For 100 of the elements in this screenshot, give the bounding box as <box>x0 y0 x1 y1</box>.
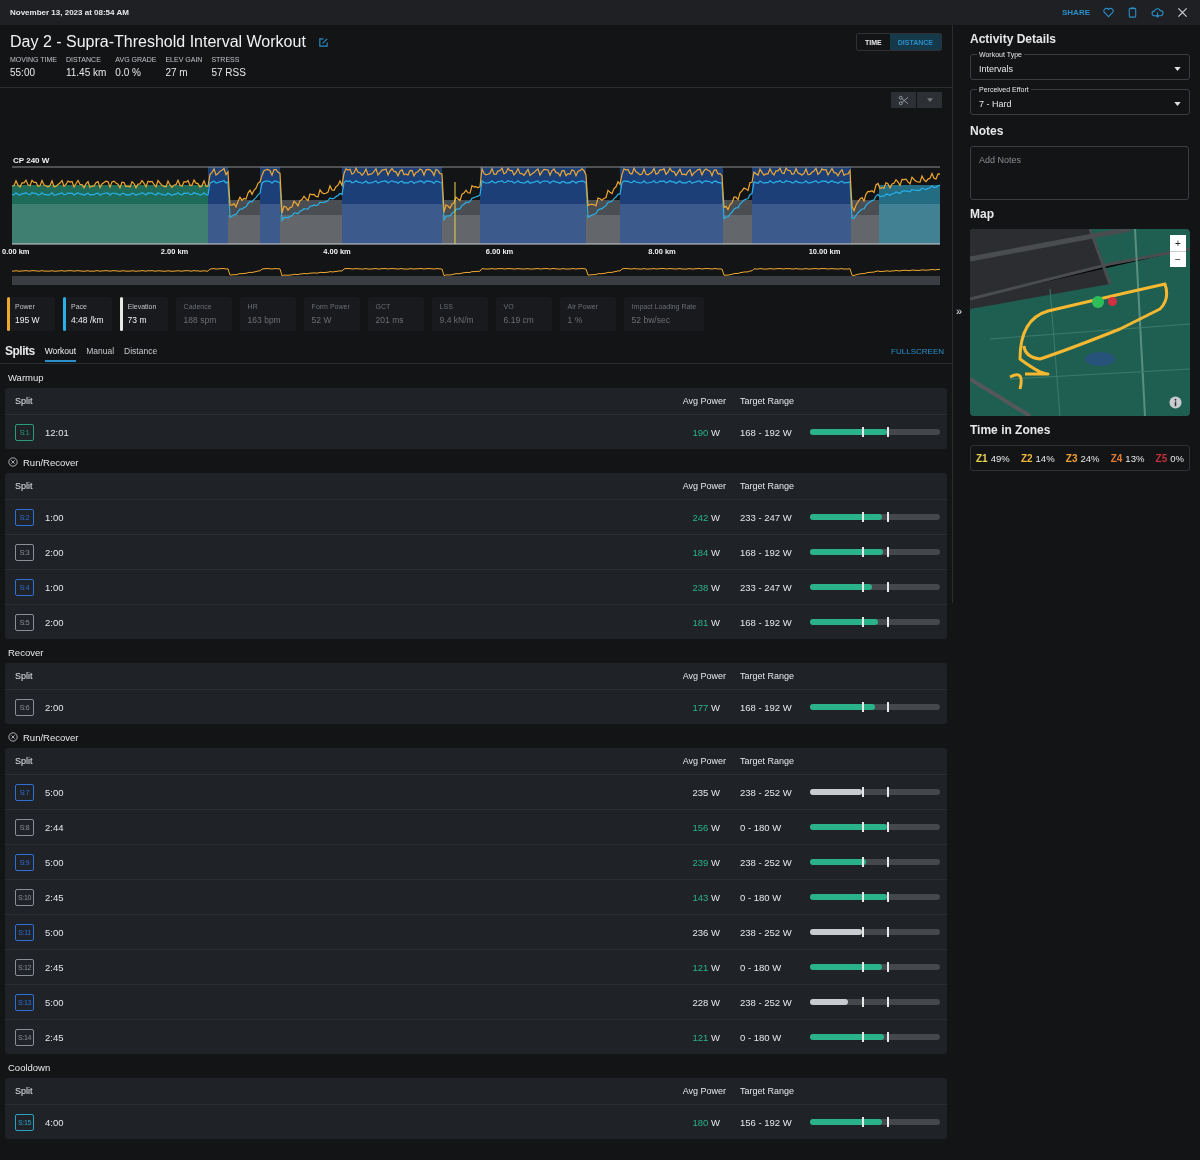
metric-value: 4:48 /km <box>71 315 104 325</box>
group-title: Warmup <box>8 371 44 383</box>
metric-value: 163 bpm <box>247 315 281 325</box>
section-title: Activity Details <box>970 32 1058 46</box>
column-header: Split <box>15 1086 34 1096</box>
scissors-button[interactable] <box>891 92 916 108</box>
avg-power: 236 W <box>691 926 721 938</box>
avg-power: 181 W <box>691 616 721 628</box>
splits-tab[interactable]: Workout <box>44 340 77 362</box>
target-range: 0 - 180 W <box>739 961 783 973</box>
overview-drawing[interactable] <box>11 268 941 285</box>
avg-power: 156 W <box>691 821 721 833</box>
splits-tab[interactable]: Distance <box>124 340 158 362</box>
column-header: Split <box>15 396 34 406</box>
zone-label: Z4 <box>1110 452 1123 464</box>
zone-value: 0% <box>1170 452 1184 464</box>
column-header: Avg Power <box>681 1086 726 1096</box>
info-icon[interactable] <box>1169 396 1182 409</box>
avg-power: 184 W <box>691 546 721 558</box>
fullscreen-link[interactable]: FULLSCREEN <box>891 346 944 356</box>
avg-power: 177 W <box>691 701 721 713</box>
split-duration: 2:45 <box>45 1031 65 1043</box>
column-header: Avg Power <box>681 671 726 681</box>
target-range: 168 - 192 W <box>739 701 793 713</box>
group-title: Cooldown <box>8 1061 51 1073</box>
target-range: 168 - 192 W <box>739 546 793 558</box>
column-header: Split <box>15 671 34 681</box>
split-duration: 5:00 <box>45 856 65 868</box>
target-range: 168 - 192 W <box>739 616 793 628</box>
collapse-handle[interactable]: » <box>956 305 963 317</box>
column-header: Target Range <box>739 481 796 491</box>
stat-value: 27 m <box>165 67 189 78</box>
avg-power: 180 W <box>691 1116 721 1128</box>
split-duration: 2:00 <box>45 701 65 713</box>
clipboard-icon[interactable] <box>1127 7 1138 18</box>
zone-value: 14% <box>1035 452 1055 464</box>
target-range: 156 - 192 W <box>739 1116 793 1128</box>
split-duration: 2:44 <box>45 821 65 833</box>
target-range: 0 - 180 W <box>739 891 783 903</box>
split-duration: 2:45 <box>45 961 65 973</box>
avg-power: 235 W <box>691 786 721 798</box>
collapse-icon[interactable] <box>8 732 18 742</box>
target-range: 233 - 247 W <box>739 581 793 593</box>
column-header: Split <box>15 756 34 766</box>
column-header: Split <box>15 481 34 491</box>
zone-label: Z1 <box>976 452 988 464</box>
avg-power: 242 W <box>691 511 721 523</box>
collapse-icon[interactable] <box>8 457 18 467</box>
avg-power: 143 W <box>691 891 721 903</box>
column-header: Target Range <box>739 671 796 681</box>
cloud-icon[interactable] <box>1151 7 1164 18</box>
column-header: Target Range <box>739 1086 796 1096</box>
caret-icon <box>1174 102 1181 106</box>
edit-icon[interactable] <box>317 36 329 48</box>
stat-value: 57 RSS <box>211 67 246 78</box>
heart-icon[interactable] <box>1103 7 1114 18</box>
split-duration: 2:45 <box>45 891 65 903</box>
split-duration: 5:00 <box>45 786 65 798</box>
activity-date: November 13, 2023 at 08:54 AM <box>10 8 129 17</box>
workout-title: Day 2 - Supra-Threshold Interval Workout <box>10 33 306 51</box>
caret-icon <box>1174 67 1181 71</box>
target-range: 238 - 252 W <box>739 926 793 938</box>
target-range: 238 - 252 W <box>739 856 793 868</box>
section-title: Map <box>970 207 995 221</box>
zone-label: Z3 <box>1065 452 1078 464</box>
avg-power: 121 W <box>691 1031 721 1043</box>
stat-value: 55:00 <box>10 67 37 78</box>
share-link[interactable]: SHARE <box>1062 8 1090 17</box>
split-duration: 4:00 <box>45 1116 65 1128</box>
column-header: Avg Power <box>681 756 726 766</box>
column-header: Target Range <box>739 396 796 406</box>
metric-value: 6.19 cm <box>503 315 534 325</box>
zoom-out-button[interactable]: − <box>1170 251 1186 267</box>
split-duration: 12:01 <box>45 426 70 438</box>
split-duration: 2:00 <box>45 616 65 628</box>
splits-title: Splits <box>5 344 35 358</box>
stat-value: 0.0 % <box>115 67 142 78</box>
split-duration: 1:00 <box>45 511 65 523</box>
zone-label: Z2 <box>1020 452 1033 464</box>
metric-value: 201 ms <box>375 315 404 325</box>
split-duration: 1:00 <box>45 581 65 593</box>
metric-value: 9.4 kN/m <box>439 315 474 325</box>
splits-tab[interactable]: Manual <box>86 340 115 362</box>
section-title: Time in Zones <box>970 423 1052 437</box>
target-range: 233 - 247 W <box>739 511 793 523</box>
zone-value: 49% <box>990 452 1010 464</box>
notes-field[interactable]: Add Notes <box>970 146 1189 200</box>
group-title: Run/Recover <box>23 731 79 743</box>
zone-label: Z5 <box>1155 452 1168 464</box>
avg-power: 239 W <box>691 856 721 868</box>
close-icon[interactable] <box>1177 7 1188 18</box>
target-range: 238 - 252 W <box>739 786 793 798</box>
avg-power: 121 W <box>691 961 721 973</box>
group-title: Recover <box>8 646 44 658</box>
target-range: 0 - 180 W <box>739 821 783 833</box>
zone-value: 24% <box>1080 452 1100 464</box>
split-duration: 2:00 <box>45 546 65 558</box>
metric-value: 1 % <box>567 315 584 325</box>
column-header: Avg Power <box>681 481 726 491</box>
target-range: 168 - 192 W <box>739 426 793 438</box>
